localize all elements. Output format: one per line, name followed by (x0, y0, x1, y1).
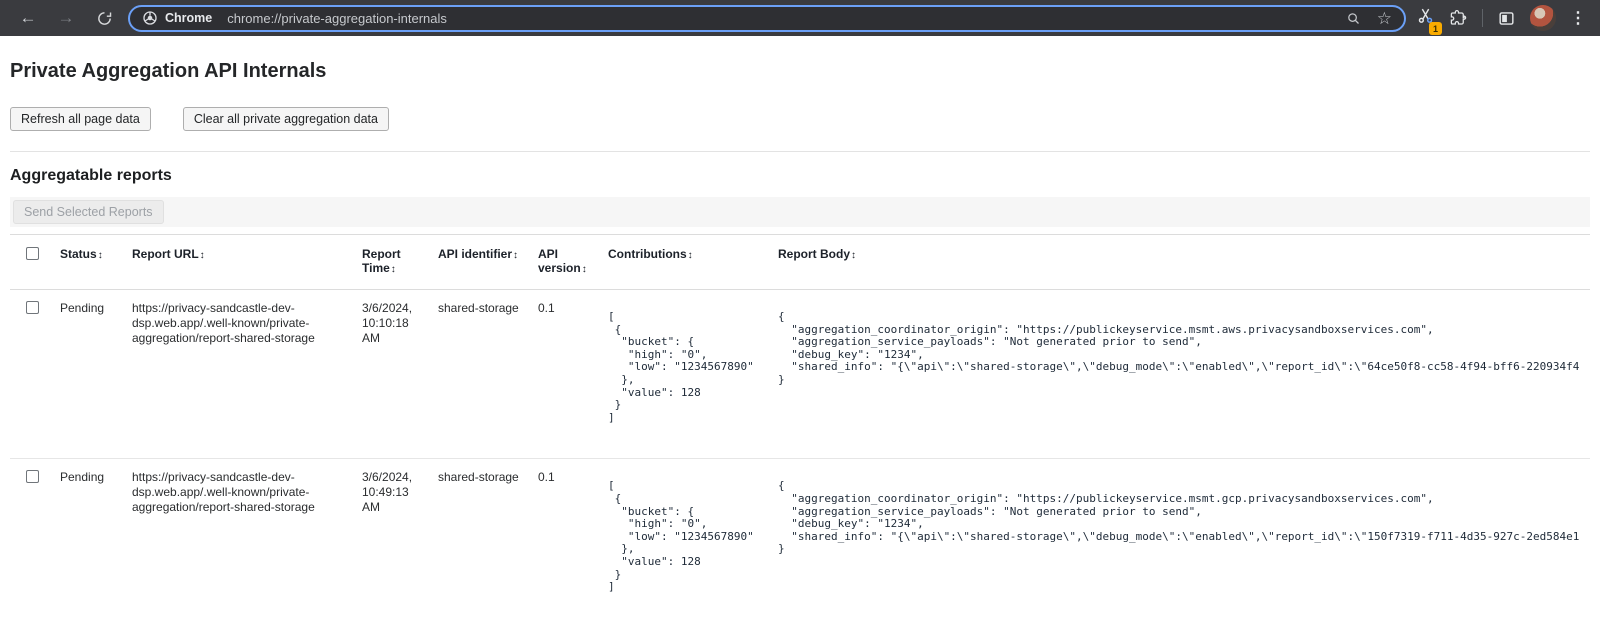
row-checkbox[interactable] (26, 301, 39, 314)
zoom-search-icon[interactable] (1346, 11, 1361, 26)
extensions-puzzle-icon[interactable] (1449, 9, 1468, 28)
table-row: Pending https://privacy-sandcastle-dev-d… (10, 290, 1590, 459)
report-body-cell: { "aggregation_coordinator_origin": "htt… (778, 459, 1590, 623)
select-all-checkbox[interactable] (26, 247, 39, 260)
table-header-row: Status↕ Report URL↕ Report Time↕ API ide… (10, 235, 1590, 290)
api-identifier-cell: shared-storage (438, 459, 538, 623)
sort-icon: ↕ (391, 264, 396, 275)
report-url-cell: https://privacy-sandcastle-dev-dsp.web.a… (132, 290, 362, 459)
contributions-json: [ { "bucket": { "high": "0", "low": "123… (608, 311, 772, 424)
reload-icon[interactable] (92, 6, 116, 30)
page-actions: Refresh all page data Clear all private … (10, 107, 1590, 131)
api-version-cell: 0.1 (538, 459, 608, 623)
api-identifier-cell: shared-storage (438, 290, 538, 459)
report-url-cell: https://privacy-sandcastle-dev-dsp.web.a… (132, 459, 362, 623)
contributions-json: [ { "bucket": { "high": "0", "low": "123… (608, 480, 772, 593)
sort-icon: ↕ (582, 264, 587, 275)
three-dot-menu-icon[interactable]: ⋮ (1570, 8, 1586, 28)
header-report-body[interactable]: Report Body↕ (778, 235, 1590, 290)
header-contributions[interactable]: Contributions↕ (608, 235, 778, 290)
header-report-time[interactable]: Report Time↕ (362, 235, 438, 290)
sort-icon: ↕ (851, 250, 856, 261)
refresh-all-button[interactable]: Refresh all page data (10, 107, 151, 131)
site-chip-label: Chrome (165, 11, 212, 25)
page-title: Private Aggregation API Internals (10, 60, 1590, 83)
reports-table: Status↕ Report URL↕ Report Time↕ API ide… (10, 234, 1590, 623)
report-body-json: { "aggregation_coordinator_origin": "htt… (778, 480, 1584, 556)
clear-all-button[interactable]: Clear all private aggregation data (183, 107, 389, 131)
report-time-cell: 3/6/2024, 10:49:13 AM (362, 459, 438, 623)
report-body-json: { "aggregation_coordinator_origin": "htt… (778, 311, 1584, 387)
browser-toolbar: ← → Chrome chrome://private-aggregation-… (0, 0, 1600, 36)
header-api-identifier[interactable]: API identifier↕ (438, 235, 538, 290)
report-time-cell: 3/6/2024, 10:10:18 AM (362, 290, 438, 459)
table-row: Pending https://privacy-sandcastle-dev-d… (10, 459, 1590, 623)
extension-badge: 1 (1429, 22, 1442, 35)
header-report-url[interactable]: Report URL↕ (132, 235, 362, 290)
report-body-cell: { "aggregation_coordinator_origin": "htt… (778, 290, 1590, 459)
profile-avatar[interactable] (1530, 5, 1556, 31)
sort-icon: ↕ (200, 250, 205, 261)
sort-icon: ↕ (513, 250, 518, 261)
omnibox[interactable]: Chrome chrome://private-aggregation-inte… (128, 5, 1406, 32)
contributions-cell: [ { "bucket": { "high": "0", "low": "123… (608, 290, 778, 459)
toolbar-separator (1482, 9, 1483, 27)
row-checkbox[interactable] (26, 470, 39, 483)
contributions-cell: [ { "bucket": { "high": "0", "low": "123… (608, 459, 778, 623)
section-divider (10, 151, 1590, 152)
forward-icon: → (54, 6, 78, 30)
side-panel-icon[interactable] (1497, 9, 1516, 28)
chrome-logo-icon (142, 10, 158, 26)
status-cell: Pending (60, 290, 132, 459)
sort-icon: ↕ (688, 250, 693, 261)
aggregatable-reports-heading: Aggregatable reports (10, 167, 1590, 185)
url-text[interactable]: chrome://private-aggregation-internals (227, 11, 447, 26)
status-cell: Pending (60, 459, 132, 623)
report-actions-strip: Send Selected Reports (10, 197, 1590, 227)
header-status[interactable]: Status↕ (60, 235, 132, 290)
api-version-cell: 0.1 (538, 290, 608, 459)
send-selected-reports-button[interactable]: Send Selected Reports (13, 200, 164, 224)
back-icon[interactable]: ← (16, 6, 40, 30)
scissors-extension-icon[interactable]: 1 (1416, 6, 1435, 30)
bookmark-star-icon[interactable]: ☆ (1377, 10, 1392, 27)
sort-icon: ↕ (98, 250, 103, 261)
header-api-version[interactable]: API version↕ (538, 235, 608, 290)
page-content: Private Aggregation API Internals Refres… (0, 60, 1600, 623)
